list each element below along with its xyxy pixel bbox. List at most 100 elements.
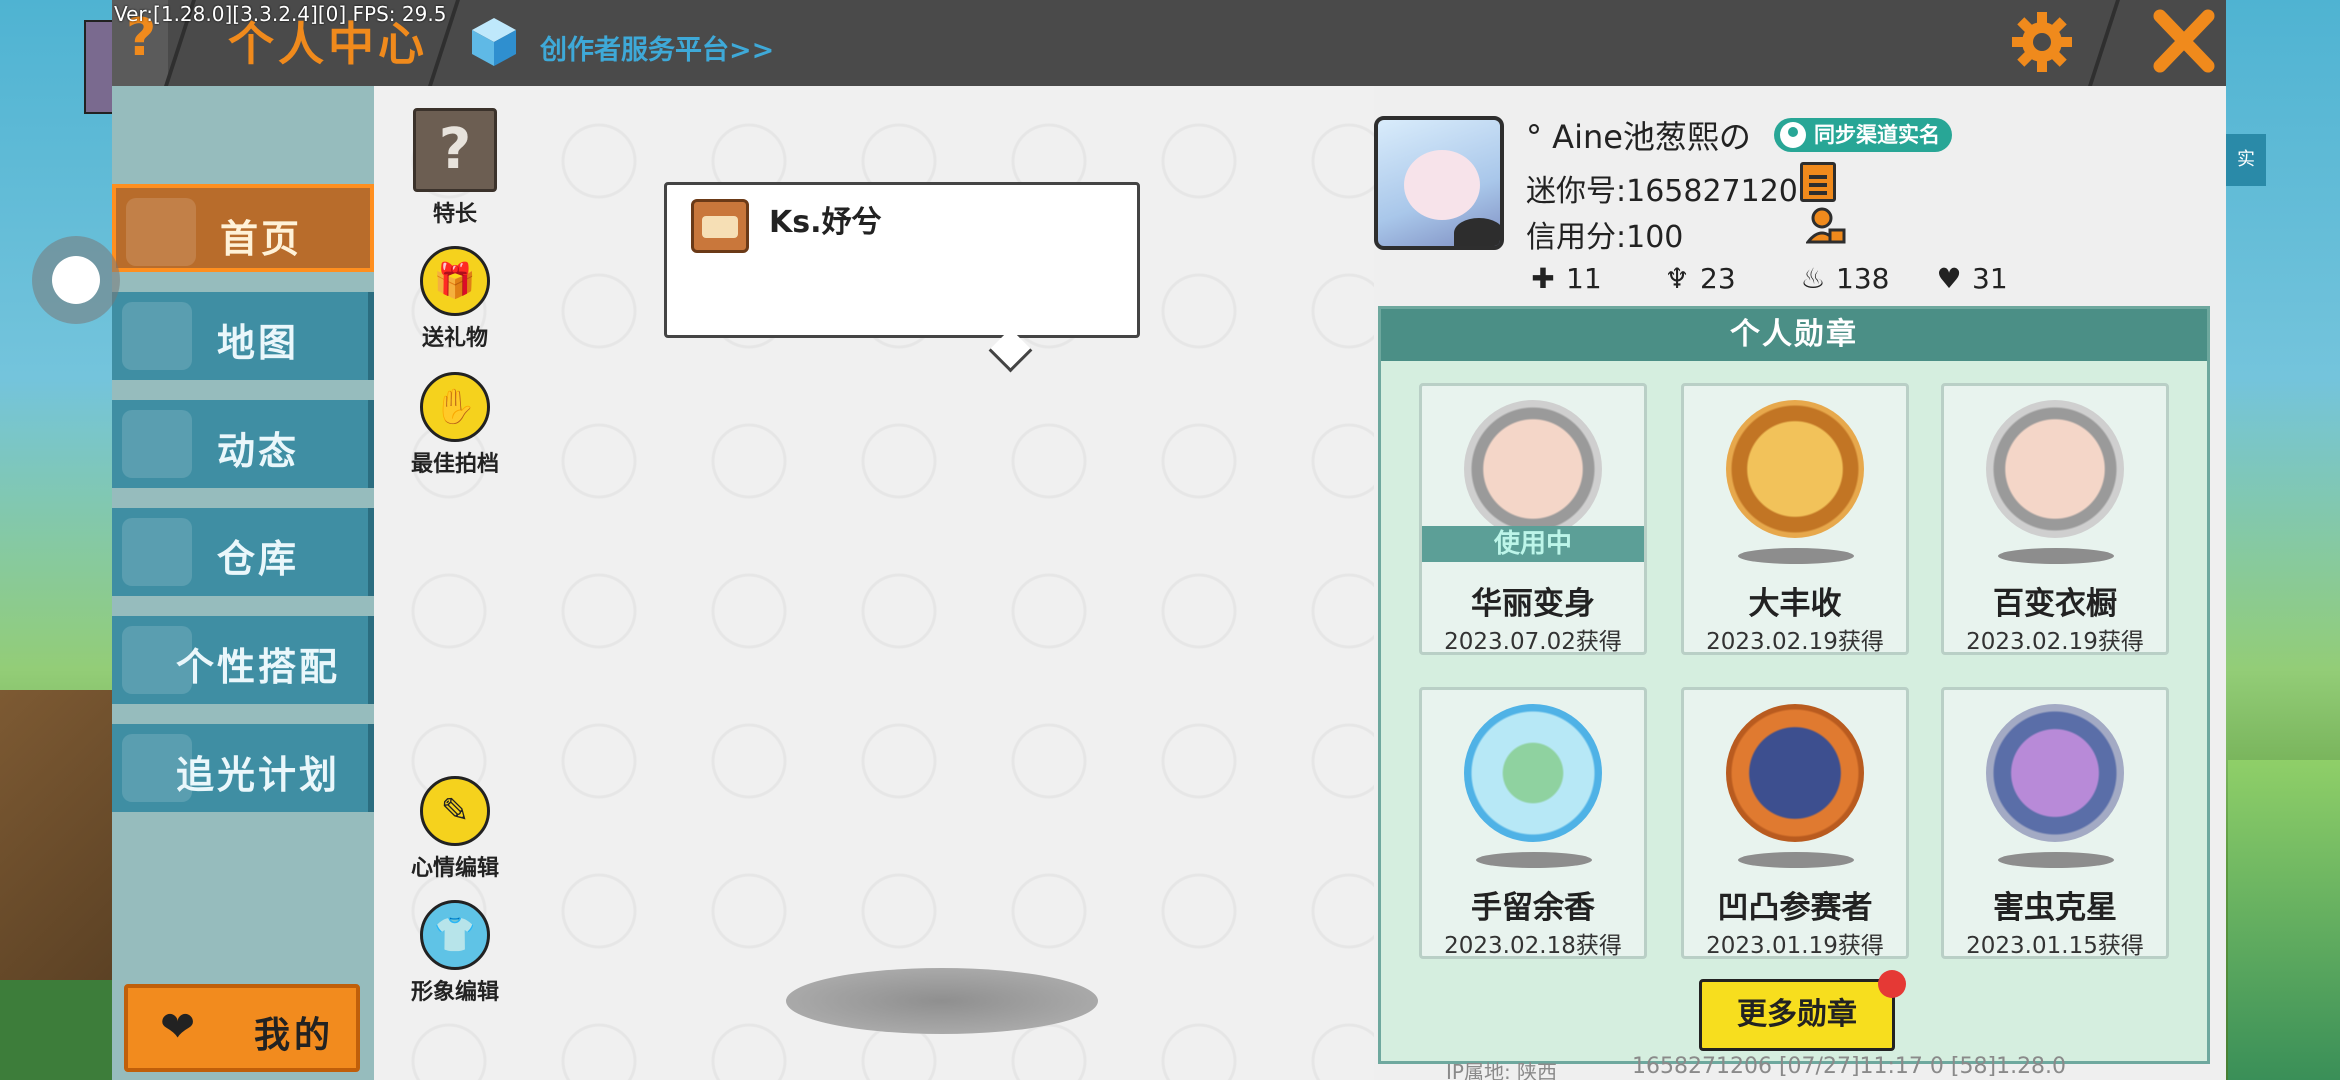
sidebar-item-activity[interactable]: 动态 — [112, 400, 374, 488]
medal-card[interactable]: 害虫克星 2023.01.15获得 — [1941, 687, 2169, 959]
stat-value: 23 — [1700, 262, 1736, 295]
sidebar-item-label: 首页 — [219, 217, 302, 261]
avatar — [691, 199, 749, 253]
medal-date: 2023.02.18获得 — [1444, 933, 1622, 959]
handshake-icon: ✋ — [420, 372, 490, 442]
tool-label: 特长 — [432, 202, 477, 227]
medal-card[interactable]: 凹凸参赛者 2023.01.19获得 — [1681, 687, 1909, 959]
edit-icon: ✎ — [420, 776, 490, 846]
sidebar-item-outfit[interactable]: 个性搭配 — [112, 616, 374, 704]
medal-date: 2023.01.15获得 — [1966, 933, 2144, 959]
sidebar-item-home[interactable]: 首页 — [112, 184, 374, 272]
specialty-button[interactable]: ? 特长 — [400, 108, 510, 228]
floating-assist-ball[interactable] — [32, 236, 120, 324]
more-medals-button[interactable]: 更多勋章 — [1699, 970, 1906, 1051]
stat-value: 11 — [1566, 262, 1602, 295]
close-icon[interactable] — [2152, 6, 2216, 76]
character-shadow — [786, 968, 1098, 1034]
heart-icon: ❤ — [160, 1002, 196, 1051]
stat-maps: ✚ 11 — [1528, 262, 1602, 295]
sync-badge-label: 同步渠道实名 — [1814, 123, 1940, 147]
copy-icon[interactable] — [1800, 162, 1836, 202]
medal-name: 百变衣橱 — [1993, 586, 2117, 622]
medal-icon — [1464, 704, 1602, 842]
ip-location: IP属地: 陕西 — [1446, 1060, 1558, 1080]
tool-label: 心情编辑 — [410, 856, 499, 881]
backdrop-block — [0, 690, 112, 990]
medal-card[interactable]: 百变衣橱 2023.02.19获得 — [1941, 383, 2169, 655]
tool-label: 形象编辑 — [410, 980, 499, 1005]
profile-panel: ? 个人中心 创作者服务平台>> 首页 地图 动态 仓库 个性搭配 追光计划 ❤… — [112, 0, 2226, 1080]
avatar-edit-button[interactable]: 👕 形象编辑 — [400, 900, 510, 1006]
medal-card[interactable]: 手留余香 2023.02.18获得 — [1419, 687, 1647, 959]
notification-dot — [1878, 970, 1906, 998]
stat-fans: ♆ 23 — [1662, 262, 1736, 295]
sidebar-item-label: 个性搭配 — [175, 645, 340, 689]
stat-value: 138 — [1836, 262, 1890, 295]
sidebar-item-label: 动态 — [216, 429, 299, 473]
medal-shadow — [1998, 548, 2114, 564]
sidebar: 首页 地图 动态 仓库 个性搭配 追光计划 ❤ 我的 — [112, 86, 374, 1080]
gift-button[interactable]: 🎁 送礼物 — [400, 246, 510, 352]
person-pin-icon — [1780, 122, 1806, 148]
medal-card[interactable]: 使用中 华丽变身 2023.07.02获得 — [1419, 383, 1647, 655]
backdrop-tag[interactable]: 实 — [2226, 134, 2266, 186]
tool-label: 送礼物 — [421, 326, 488, 351]
medal-icon — [1726, 704, 1864, 842]
bubble-tail — [988, 328, 1033, 373]
credit-score: 信用分:100 — [1526, 220, 1684, 255]
player-name: ° Aine池葱熙の — [1526, 118, 1751, 156]
sidebar-item-map[interactable]: 地图 — [112, 292, 374, 380]
sidebar-item-light-plan[interactable]: 追光计划 — [112, 724, 374, 812]
medal-card[interactable]: 大丰收 2023.02.19获得 — [1681, 383, 1909, 655]
creator-platform-link[interactable]: 创作者服务平台>> — [540, 28, 774, 67]
mood-bubble: Ks.妤兮 — [664, 182, 1140, 373]
medal-panel: 个人勋章 使用中 华丽变身 2023.07.02获得 大丰收 2023.02.1… — [1378, 306, 2210, 1064]
credit-person-icon[interactable] — [1806, 206, 1846, 246]
medal-icon — [1986, 704, 2124, 842]
medal-name: 华丽变身 — [1471, 586, 1595, 622]
profile-avatar[interactable] — [1374, 116, 1504, 250]
gift-icon: 🎁 — [420, 246, 490, 316]
sync-realname-badge[interactable]: 同步渠道实名 — [1774, 118, 1952, 152]
sidebar-item-label: 地图 — [216, 321, 299, 365]
medal-date: 2023.02.19获得 — [1706, 629, 1884, 655]
medal-name: 手留余香 — [1471, 890, 1595, 926]
medal-icon — [1986, 400, 2124, 538]
divider — [2088, 0, 2120, 86]
medal-date: 2023.01.19获得 — [1706, 933, 1884, 959]
gear-icon[interactable] — [2010, 10, 2074, 74]
medal-name: 害虫克星 — [1993, 890, 2117, 926]
best-partner-button[interactable]: ✋ 最佳拍档 — [400, 372, 510, 478]
footer-info: 1658271206 [07/27]11:17 0 [58]1.28.0 — [1632, 1054, 2067, 1079]
medal-date: 2023.07.02获得 — [1444, 629, 1622, 655]
medal-name: 凹凸参赛者 — [1717, 890, 1873, 926]
mine-button-label: 我的 — [254, 1015, 335, 1056]
more-medals-label: 更多勋章 — [1737, 997, 1857, 1032]
medal-shadow — [1738, 548, 1854, 564]
backdrop-grass-left — [0, 980, 112, 1080]
backdrop-grass-right — [2228, 760, 2340, 1080]
medal-panel-title: 个人勋章 — [1381, 309, 2207, 361]
mood-edit-button[interactable]: ✎ 心情编辑 — [400, 776, 510, 882]
medal-shadow — [1476, 852, 1592, 868]
in-use-badge: 使用中 — [1422, 526, 1644, 562]
stat-value: 31 — [1972, 262, 2008, 295]
stat-likes: ♥ 31 — [1934, 262, 2008, 295]
mini-id: 迷你号:1658271206 — [1526, 174, 1817, 209]
flame-icon: ♨ — [1800, 262, 1826, 295]
medal-shadow — [1998, 852, 2114, 868]
medal-icon — [1726, 400, 1864, 538]
plus-icon: ✚ — [1531, 262, 1555, 295]
stat-popularity: ♨ 138 — [1798, 262, 1889, 295]
tool-label: 最佳拍档 — [410, 452, 499, 477]
medal-icon — [1464, 400, 1602, 538]
version-fps-readout: Ver:[1.28.0][3.3.2.4][0] FPS: 29.5 — [114, 2, 447, 26]
cube-icon[interactable] — [470, 16, 518, 68]
medal-shadow — [1738, 852, 1854, 868]
mine-button[interactable]: ❤ 我的 — [124, 984, 360, 1072]
sidebar-item-warehouse[interactable]: 仓库 — [112, 508, 374, 596]
bubble-name: Ks.妤兮 — [769, 205, 882, 240]
mystery-box-icon: ? — [413, 108, 497, 192]
profile-showcase: ? 特长 🎁 送礼物 ✋ 最佳拍档 ✎ 心情编辑 👕 形象编辑 Ks.妤兮 — [374, 86, 1374, 1080]
